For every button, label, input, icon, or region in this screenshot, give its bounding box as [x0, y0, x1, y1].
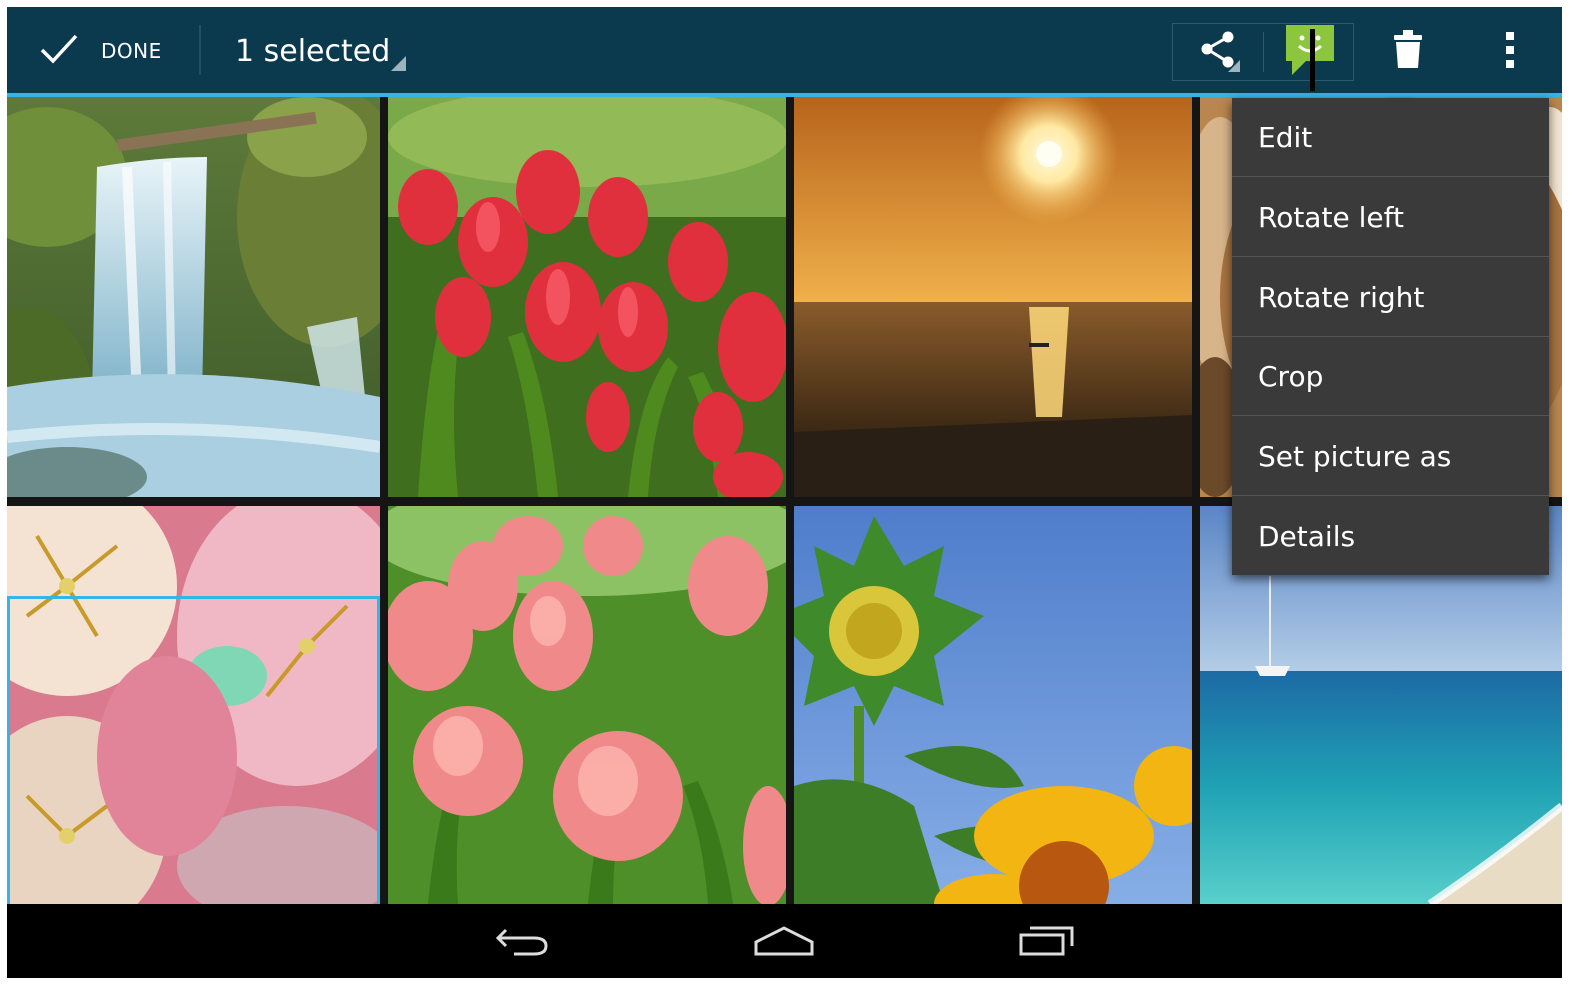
share-divider	[1263, 32, 1264, 72]
photo-thumbnail-pink-tulips[interactable]	[388, 506, 786, 904]
menu-item-crop[interactable]: Crop	[1232, 337, 1549, 416]
overflow-menu-button[interactable]	[1487, 23, 1533, 81]
trash-icon	[1393, 30, 1423, 74]
home-button[interactable]	[739, 914, 829, 970]
menu-item-label: Edit	[1258, 120, 1313, 154]
menu-item-label: Set picture as	[1258, 439, 1452, 473]
overflow-menu: Edit Rotate left Rotate right Crop Set p…	[1232, 98, 1549, 575]
menu-item-label: Rotate left	[1258, 200, 1404, 234]
photo-thumbnail-red-tulips[interactable]	[388, 97, 786, 497]
menu-item-set-picture-as[interactable]: Set picture as	[1232, 417, 1549, 496]
menu-item-label: Crop	[1258, 359, 1324, 393]
menu-item-rotate-left[interactable]: Rotate left	[1232, 178, 1549, 257]
done-label: DONE	[101, 39, 162, 63]
menu-item-details[interactable]: Details	[1232, 497, 1549, 576]
back-button[interactable]	[477, 914, 567, 970]
selection-count-label: 1 selected	[235, 33, 391, 69]
menu-item-edit[interactable]: Edit	[1232, 98, 1549, 177]
checkmark-icon	[39, 32, 79, 70]
share-icon	[1196, 28, 1240, 76]
navigation-bar	[7, 904, 1562, 978]
done-button[interactable]: DONE	[27, 23, 174, 79]
share-button[interactable]	[1173, 24, 1263, 80]
delete-button[interactable]	[1377, 23, 1439, 81]
action-bar: DONE 1 selected	[7, 7, 1562, 93]
home-icon	[753, 924, 815, 960]
photo-thumbnail-sunset[interactable]	[794, 97, 1192, 497]
photo-thumbnail-waterfall[interactable]	[7, 97, 380, 497]
selection-count-spinner[interactable]: 1 selected	[235, 23, 407, 79]
overflow-menu-icon	[1505, 32, 1515, 72]
back-icon	[494, 924, 550, 960]
action-bar-divider	[199, 25, 201, 75]
photo-thumbnail-pink-tulip-closeup[interactable]	[7, 506, 380, 904]
photo-thumbnail-sunflower[interactable]	[794, 506, 1192, 904]
share-action-group	[1172, 23, 1354, 81]
menu-item-label: Rotate right	[1258, 280, 1425, 314]
recent-apps-icon	[1018, 924, 1076, 960]
recent-apps-button[interactable]	[1002, 914, 1092, 970]
menu-item-rotate-right[interactable]: Rotate right	[1232, 258, 1549, 337]
spinner-corner-icon	[391, 56, 407, 71]
pointer-cursor	[1310, 29, 1315, 91]
menu-item-label: Details	[1258, 520, 1356, 553]
device-screen: DONE 1 selected Edit Rotate left Rotate …	[7, 7, 1562, 978]
